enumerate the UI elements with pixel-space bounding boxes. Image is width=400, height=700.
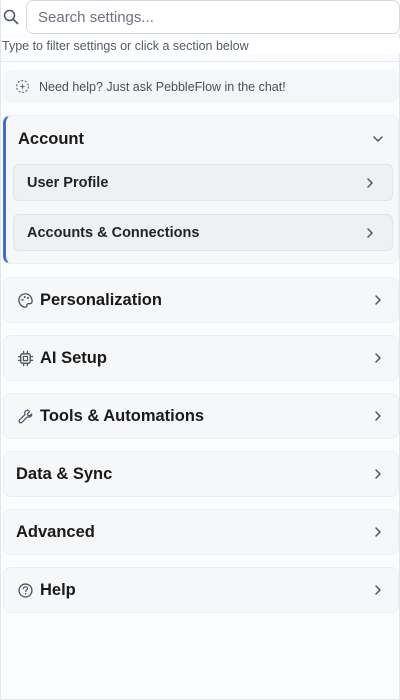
section-account: Account User Profile Accounts & Connecti… (3, 115, 399, 264)
chevron-down-icon (371, 132, 385, 146)
section-title: Tools & Automations (40, 406, 205, 425)
section-ai-setup[interactable]: AI Setup (3, 335, 399, 381)
chevron-right-icon (371, 351, 385, 365)
chevron-right-icon (371, 583, 385, 597)
section-help[interactable]: Help (3, 567, 399, 613)
settings-panel: Type to filter settings or click a secti… (0, 0, 400, 700)
chevron-right-icon (363, 226, 377, 240)
subitem-label: User Profile (27, 174, 109, 191)
subitem-label: Accounts & Connections (27, 224, 200, 241)
section-tools-automations[interactable]: Tools & Automations (3, 393, 399, 439)
section-data-sync[interactable]: Data & Sync (3, 451, 399, 497)
section-account-header[interactable]: Account (6, 116, 398, 162)
question-circle-icon (16, 581, 34, 599)
search-input[interactable] (26, 0, 400, 34)
subitem-accounts-connections[interactable]: Accounts & Connections (13, 214, 393, 251)
palette-icon (16, 291, 34, 309)
divider (1, 61, 400, 62)
chevron-right-icon (363, 176, 377, 190)
chevron-right-icon (371, 293, 385, 307)
chevron-right-icon (371, 409, 385, 423)
section-advanced[interactable]: Advanced (3, 509, 399, 555)
cpu-chip-icon (16, 349, 34, 367)
section-personalization[interactable]: Personalization (3, 277, 399, 323)
sparkle-dashed-circle-icon (15, 79, 30, 94)
section-account-title: Account (18, 129, 84, 148)
search-row (1, 0, 400, 34)
chevron-right-icon (371, 467, 385, 481)
section-title: Data & Sync (16, 464, 113, 483)
section-title: Help (40, 580, 76, 599)
section-title: AI Setup (40, 348, 107, 367)
subitem-user-profile[interactable]: User Profile (13, 164, 393, 201)
wrench-icon (16, 407, 34, 425)
section-title: Advanced (16, 522, 95, 541)
chevron-right-icon (371, 525, 385, 539)
search-hint: Type to filter settings or click a secti… (1, 38, 400, 54)
section-title: Personalization (40, 290, 162, 309)
help-banner-text: Need help? Just ask PebbleFlow in the ch… (39, 79, 286, 94)
help-banner: Need help? Just ask PebbleFlow in the ch… (3, 70, 399, 103)
search-icon (3, 9, 19, 25)
